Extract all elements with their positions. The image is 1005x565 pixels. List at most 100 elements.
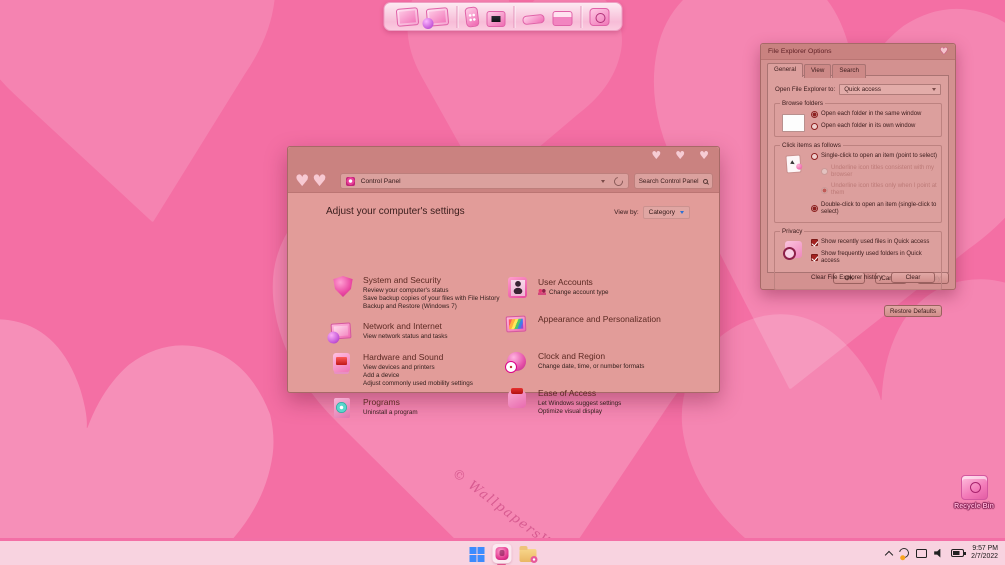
address-dropdown-icon[interactable] (600, 179, 605, 183)
tray-expand-icon[interactable] (884, 550, 894, 559)
recycle-bin[interactable]: Recycle Bin (950, 475, 998, 510)
clear-history-label: Clear File Explorer history (811, 273, 883, 281)
computer-icon[interactable] (395, 6, 419, 27)
back-button[interactable]: ♥ (295, 173, 309, 189)
camera-device-icon[interactable] (486, 7, 505, 27)
checkbox-icon[interactable] (811, 239, 818, 246)
category-title[interactable]: User Accounts (538, 277, 609, 287)
radio-icon[interactable] (811, 205, 818, 212)
radio-icon (821, 186, 828, 194)
radio-single-click[interactable]: Single-click to open an item (point to s… (811, 153, 938, 160)
pointer-icon (784, 154, 802, 174)
user-icon[interactable] (506, 277, 530, 299)
click-items-group: Click items as follows Single-click to o… (774, 142, 942, 223)
checkbox-frequent-folders[interactable]: Show frequently used folders in Quick ac… (811, 251, 938, 265)
category-link[interactable]: Uninstall a program (363, 409, 418, 417)
drive-icon[interactable] (521, 9, 545, 26)
start-button[interactable] (469, 546, 484, 562)
open-explorer-label: Open File Explorer to: (775, 86, 836, 93)
volume-icon[interactable] (934, 548, 941, 558)
shield-icon[interactable] (331, 275, 355, 297)
category-link[interactable]: Change account type (538, 289, 609, 297)
minimize-button[interactable]: ♥ (651, 150, 661, 162)
search-placeholder: Search Control Panel (638, 177, 699, 185)
display-palette-icon[interactable] (505, 314, 530, 336)
address-bar[interactable]: Control Panel (339, 173, 629, 189)
taskbar-control-panel-app[interactable] (492, 544, 511, 565)
view-by-dropdown[interactable]: Category (642, 206, 690, 219)
window-chrome: ♥ ♥ ♥ ♥ ♥ Control Panel Search Control P… (288, 147, 719, 193)
category-title[interactable]: System and Security (363, 275, 500, 285)
taskbar-file-explorer-app[interactable] (519, 546, 537, 563)
dialog-title-bar: File Explorer Options ♥ (761, 44, 955, 60)
restore-defaults-button[interactable]: Restore Defaults (884, 304, 942, 317)
category-link[interactable]: Save backup copies of your files with Fi… (363, 295, 500, 303)
network-monitor-icon[interactable] (330, 321, 355, 343)
control-panel-window: ♥ ♥ ♥ ♥ ♥ Control Panel Search Control P… (287, 146, 720, 419)
radio-double-click[interactable]: Double-click to open an item (single-cli… (811, 202, 938, 216)
chevron-down-icon (680, 211, 684, 214)
recycle-cube-icon[interactable] (589, 7, 609, 26)
printer-icon[interactable] (331, 352, 355, 374)
radio-icon[interactable] (811, 122, 818, 130)
category-network-internet: Network and Internet View network status… (330, 321, 521, 343)
radio-icon[interactable] (811, 111, 818, 118)
category-title[interactable]: Clock and Region (538, 351, 644, 361)
checkbox-recent-files[interactable]: Show recently used files in Quick access (811, 239, 938, 246)
clear-button[interactable]: Clear (891, 271, 935, 283)
tab-general[interactable]: General (767, 63, 804, 77)
radio-icon[interactable] (811, 153, 818, 160)
clock-date: 2/7/2022 (971, 553, 998, 560)
category-user-accounts: User Accounts Change account type (506, 277, 696, 299)
category-clock-region: Clock and Region Change date, time, or n… (505, 351, 696, 373)
search-icon[interactable] (702, 178, 708, 184)
tab-view[interactable]: View (804, 64, 832, 78)
category-link[interactable]: Let Windows suggest settings (538, 400, 621, 408)
display-icon[interactable] (916, 548, 928, 558)
group-label: Click items as follows (780, 142, 843, 149)
category-title[interactable]: Hardware and Sound (363, 352, 473, 362)
radio-own-window[interactable]: Open each folder in its own window (811, 122, 938, 130)
category-title[interactable]: Appearance and Personalization (538, 314, 661, 324)
file-explorer-options-dialog: File Explorer Options ♥ General View Sea… (760, 43, 956, 317)
recycle-bin-icon[interactable] (960, 475, 988, 500)
category-link[interactable]: View devices and printers (363, 364, 473, 372)
dialog-tabs: General View Search (767, 63, 867, 78)
programs-box-icon[interactable] (331, 397, 355, 419)
category-hardware-sound: Hardware and Sound View devices and prin… (331, 352, 521, 389)
radio-same-window[interactable]: Open each folder in the same window (811, 111, 938, 118)
network-icon[interactable] (422, 6, 449, 29)
navigation-bar: ♥ ♥ Control Panel Search Control Panel (288, 169, 719, 193)
taskbar: 9:57 PM 2/7/2022 (0, 538, 1005, 565)
forward-button[interactable]: ♥ (312, 173, 326, 189)
category-link[interactable]: Optimize visual display (538, 408, 621, 416)
close-icon[interactable]: ♥ (940, 47, 948, 57)
battery-icon[interactable] (951, 549, 967, 557)
refresh-icon[interactable] (611, 174, 625, 188)
category-link[interactable]: Add a device (363, 372, 473, 380)
search-input[interactable]: Search Control Panel (633, 173, 713, 189)
bag-icon[interactable] (552, 8, 572, 26)
tab-search[interactable]: Search (832, 64, 866, 78)
category-link[interactable]: Adjust commonly used mobility settings (363, 380, 473, 388)
category-link[interactable]: Backup and Restore (Windows 7) (363, 303, 500, 311)
category-link[interactable]: View network status and tasks (363, 333, 448, 341)
taskbar-clock[interactable]: 9:57 PM 2/7/2022 (971, 545, 998, 561)
ease-of-access-icon[interactable] (506, 388, 530, 410)
category-title[interactable]: Ease of Access (538, 388, 621, 398)
close-button[interactable]: ♥ (699, 150, 709, 162)
view-by-label: View by: (614, 209, 639, 216)
clock-globe-icon[interactable] (505, 351, 530, 373)
category-link[interactable]: Change date, time, or number formats (538, 363, 644, 371)
radio-underline-browser: Underline icon titles consistent with my… (821, 165, 938, 179)
maximize-button[interactable]: ♥ (675, 150, 685, 162)
group-label: Privacy (780, 228, 805, 235)
category-title[interactable]: Programs (363, 397, 418, 407)
open-explorer-dropdown[interactable]: Quick access (839, 84, 941, 95)
category-link[interactable]: Review your computer's status (363, 287, 500, 295)
media-remote-icon[interactable] (463, 5, 480, 28)
control-panel-app-icon (495, 547, 508, 560)
checkbox-icon[interactable] (811, 254, 818, 261)
category-title[interactable]: Network and Internet (363, 321, 448, 331)
sync-status-icon[interactable] (897, 546, 912, 560)
